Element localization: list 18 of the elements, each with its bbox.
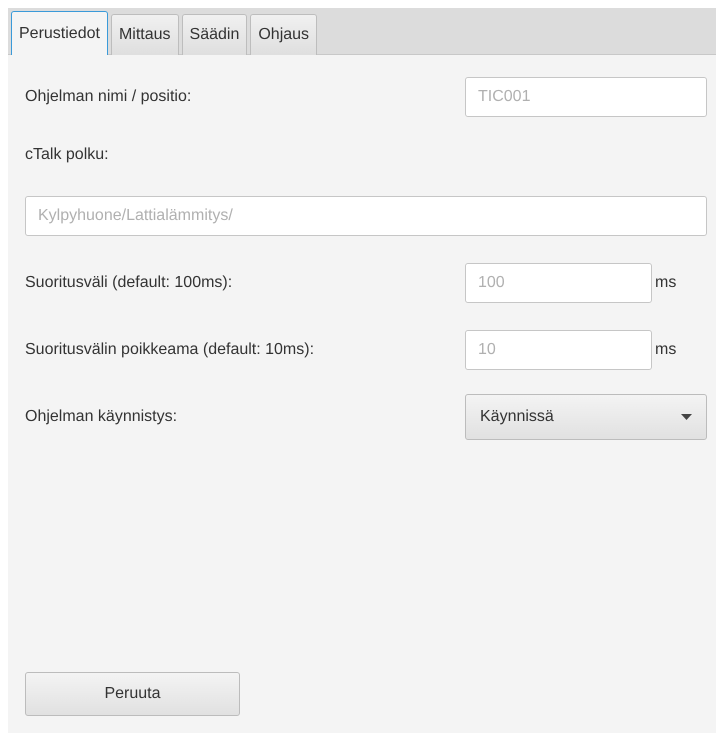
field-label: Suoritusväli (default: 100ms): (25, 274, 234, 292)
unit-label: ms (655, 274, 676, 292)
tab[interactable]: Säädin (182, 14, 248, 55)
input-field[interactable]: TIC001 (465, 77, 707, 117)
field-label: Ohjelman nimi / positio: (25, 88, 192, 106)
tab[interactable]: Ohjaus (250, 14, 318, 55)
tab[interactable]: Mittaus (110, 14, 179, 55)
field-label: Suoritusvälin poikkeama (default: 10ms): (25, 341, 316, 359)
caret-icon (681, 414, 692, 420)
field-label: Ohjelman käynnistys: (25, 408, 178, 426)
input-field[interactable]: 100 (465, 263, 652, 303)
tab[interactable]: Perustiedot (11, 11, 108, 55)
input-field[interactable]: 10 (465, 330, 652, 370)
cancel-button[interactable]: Peruuta (25, 672, 240, 716)
dropdown[interactable]: Käynnissä (465, 394, 707, 440)
field-label: cTalk polku: (25, 146, 110, 164)
unit-label: ms (655, 341, 676, 359)
input-field[interactable]: Kylpyhuone/Lattialämmitys/ (25, 196, 707, 236)
